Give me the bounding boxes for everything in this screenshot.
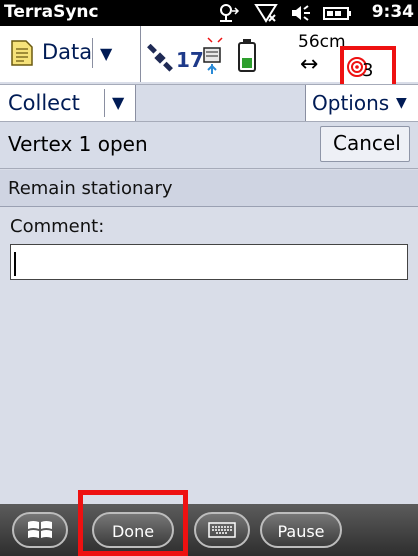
status-message-bar: Remain stationary [0, 170, 418, 207]
comment-input[interactable] [10, 244, 408, 280]
status-row: Data ▼ 17 56cm ↔ 3 [0, 26, 418, 90]
highlight-box [78, 490, 188, 556]
chevron-down-icon: ▼ [396, 95, 407, 111]
document-icon [11, 40, 33, 66]
status-message: Remain stationary [8, 178, 173, 199]
pause-button[interactable]: Pause [260, 512, 342, 548]
collect-label: Collect [8, 91, 80, 115]
divider [92, 38, 93, 68]
cancel-button[interactable]: Cancel [320, 126, 410, 162]
divider [104, 89, 105, 117]
keyboard-icon [208, 522, 236, 538]
options-menu[interactable]: Options ▼ [305, 85, 418, 121]
battery-icon[interactable] [236, 38, 258, 74]
bottom-softkey-bar: Done Pause [0, 504, 418, 556]
no-signal-icon[interactable] [254, 3, 278, 23]
speaker-icon[interactable] [290, 3, 314, 23]
options-label: Options [312, 91, 390, 115]
target-count: 3 [362, 60, 374, 81]
vertex-bar: Vertex 1 open Cancel [0, 122, 418, 169]
data-label: Data [42, 40, 93, 64]
title-bar: TerraSync 9:34 [0, 0, 418, 26]
comment-label: Comment: [10, 216, 105, 237]
satellite-icon[interactable] [146, 44, 176, 72]
windows-logo-icon [28, 521, 52, 538]
windows-start-button[interactable] [12, 512, 68, 548]
pause-label: Pause [277, 522, 325, 541]
distance-value: 56cm [298, 32, 346, 52]
vertex-status-text: Vertex 1 open [8, 132, 148, 156]
chevron-down-icon[interactable]: ▼ [100, 44, 112, 63]
data-menu[interactable]: Data ▼ [0, 26, 141, 82]
keyboard-button[interactable] [194, 512, 250, 548]
double-arrow-icon: ↔ [300, 52, 319, 77]
network-signal-icon[interactable] [216, 3, 242, 23]
cancel-label: Cancel [333, 131, 401, 155]
collect-menu[interactable]: Collect ▼ [0, 85, 136, 121]
collect-toolbar: Collect ▼ Options ▼ [0, 84, 418, 122]
gps-receiver-icon[interactable] [200, 36, 230, 76]
clock[interactable]: 9:34 [372, 2, 414, 22]
app-title: TerraSync [4, 2, 99, 22]
chevron-down-icon[interactable]: ▼ [112, 93, 124, 112]
battery-icon[interactable] [322, 3, 352, 23]
text-caret [14, 252, 16, 276]
